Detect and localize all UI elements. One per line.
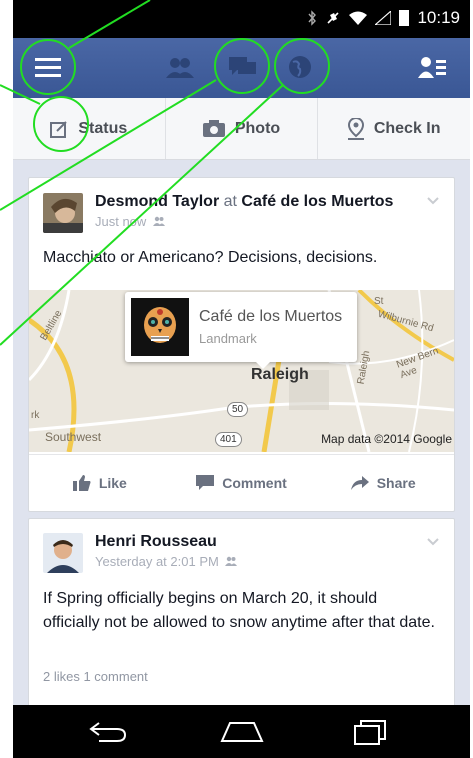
bluetooth-icon xyxy=(308,10,317,26)
photo-label: Photo xyxy=(234,119,281,137)
feed-story: Desmond Taylor at Café de los Muertos Ju… xyxy=(28,177,455,512)
story-meta: Yesterday at 2:01 PM xyxy=(95,554,238,569)
comment-button[interactable]: Comment xyxy=(171,455,313,510)
story-text: Macchiato or Americano? Decisions, decis… xyxy=(43,249,378,266)
avatar[interactable] xyxy=(43,533,83,573)
friends-list-button[interactable] xyxy=(415,52,449,82)
place-card-type: Landmark xyxy=(199,331,257,346)
check-in-button[interactable]: Check In xyxy=(318,98,470,159)
map-highway-401: 401 xyxy=(215,432,242,447)
photo-button[interactable]: Photo xyxy=(166,98,319,159)
map-label-st: St xyxy=(374,296,384,307)
skull-logo-icon xyxy=(131,298,189,356)
share-arrow-icon xyxy=(350,475,369,490)
hamburger-icon xyxy=(35,58,61,77)
map-label-rk: rk xyxy=(31,410,40,421)
vibrate-mute-icon xyxy=(327,12,340,24)
chevron-down-icon[interactable] xyxy=(426,537,440,547)
avatar[interactable] xyxy=(43,193,83,233)
recents-icon[interactable] xyxy=(353,719,387,745)
signal-icon xyxy=(375,11,392,25)
friends-icon xyxy=(166,58,194,78)
story-meta: Just now xyxy=(95,214,165,229)
story-time[interactable]: Just now xyxy=(95,214,146,229)
friends-privacy-icon xyxy=(152,216,165,226)
place-card-name: Café de los Muertos xyxy=(199,308,343,325)
feed-story: Henri Rousseau Yesterday at 2:01 PM If S… xyxy=(28,518,455,705)
wifi-icon xyxy=(349,11,368,25)
app-header xyxy=(13,38,470,98)
checkin-icon xyxy=(347,117,364,140)
status-button[interactable]: Status xyxy=(13,98,166,159)
battery-icon xyxy=(399,10,410,26)
share-label: Share xyxy=(376,474,416,491)
globe-icon xyxy=(289,56,311,78)
thumbs-up-icon xyxy=(72,474,91,491)
author-name[interactable]: Henri Rousseau xyxy=(95,533,217,550)
story-actions: Like Comment Share xyxy=(29,454,454,510)
status-label: Status xyxy=(78,119,128,137)
share-button[interactable]: Share xyxy=(312,455,454,510)
place-photo xyxy=(131,298,189,356)
chevron-down-icon[interactable] xyxy=(426,196,440,206)
at-text: at xyxy=(223,193,237,210)
comment-icon xyxy=(196,475,215,490)
story-author: Desmond Taylor at Café de los Muertos xyxy=(95,193,393,211)
story-stats[interactable]: 2 likes 1 comment xyxy=(43,669,148,684)
friend-requests-button[interactable] xyxy=(163,52,197,82)
phone-screen: 10:19 Status Photo Check In Desmond Tayl… xyxy=(13,0,470,758)
menu-button[interactable] xyxy=(31,52,65,82)
notifications-button[interactable] xyxy=(283,52,317,82)
place-card[interactable]: Café de los Muertos Landmark xyxy=(125,292,357,362)
back-icon[interactable] xyxy=(89,719,129,743)
status-icon xyxy=(50,120,68,138)
map-credit: Map data ©2014 Google xyxy=(321,432,452,446)
contacts-icon xyxy=(418,57,446,78)
place-card-pointer xyxy=(255,361,271,369)
story-text: If Spring officially begins on March 20,… xyxy=(43,590,435,631)
news-feed[interactable]: Desmond Taylor at Café de los Muertos Ju… xyxy=(13,160,470,705)
place-name[interactable]: Café de los Muertos xyxy=(241,193,393,210)
like-button[interactable]: Like xyxy=(29,455,171,510)
like-label: Like xyxy=(98,474,127,491)
messages-icon xyxy=(229,57,256,75)
author-name[interactable]: Desmond Taylor xyxy=(95,193,219,210)
map-preview[interactable]: Beltline St Wilburnie Rd New Bern Ave Ra… xyxy=(29,290,454,452)
friends-privacy-icon xyxy=(225,556,238,566)
map-label-southwest: Southwest xyxy=(45,430,102,444)
composer-bar: Status Photo Check In xyxy=(13,98,470,160)
status-bar: 10:19 xyxy=(13,0,470,38)
clock: 10:19 xyxy=(417,8,460,27)
camera-icon xyxy=(202,120,225,137)
home-icon[interactable] xyxy=(220,719,264,743)
story-author: Henri Rousseau xyxy=(95,533,217,551)
check-in-label: Check In xyxy=(373,119,441,137)
map-highway-50: 50 xyxy=(227,402,249,417)
story-time[interactable]: Yesterday at 2:01 PM xyxy=(95,554,219,569)
system-nav-bar xyxy=(13,705,470,758)
comment-label: Comment xyxy=(222,474,287,491)
messages-button[interactable] xyxy=(226,52,260,82)
